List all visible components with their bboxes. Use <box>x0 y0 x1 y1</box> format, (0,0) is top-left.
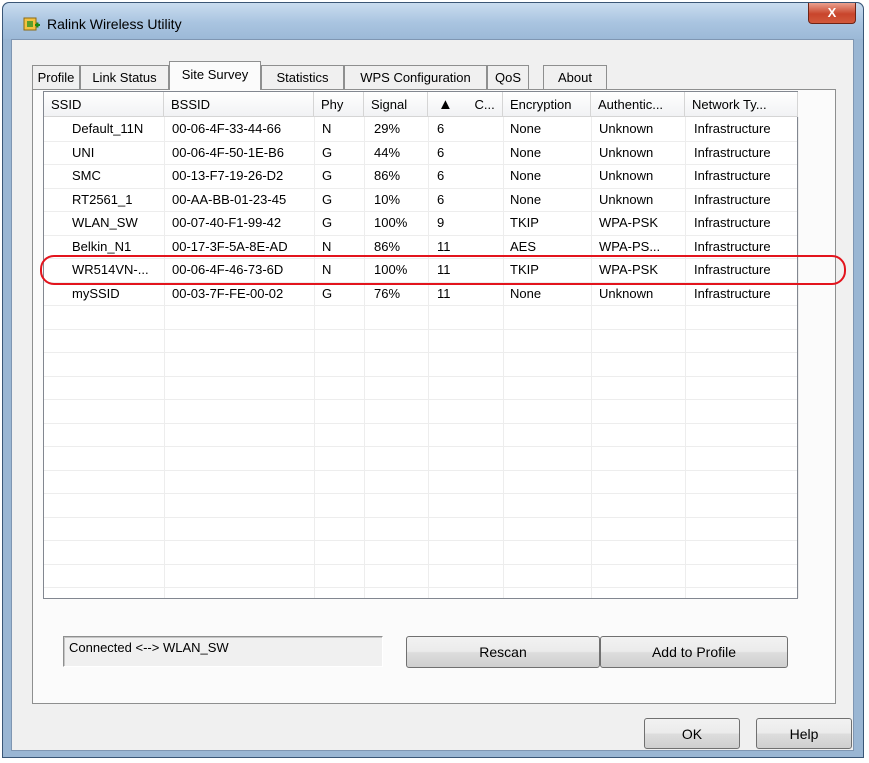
cell-signal: 44% <box>374 144 401 160</box>
help-button[interactable]: Help <box>756 718 852 749</box>
column-header-phy[interactable]: Phy <box>314 92 364 117</box>
cell-encryption: None <box>510 121 542 136</box>
cell-authentication: WPA-PSK <box>599 215 658 230</box>
cell-ssid: UNI <box>72 144 95 160</box>
sort-ascending-icon: ▲ <box>438 96 453 113</box>
cell-channel: 6 <box>437 191 445 207</box>
cell-phy: G <box>322 168 333 183</box>
tab-profile[interactable]: Profile <box>32 65 80 89</box>
cell-encryption: None <box>510 144 542 160</box>
column-header-bssid[interactable]: BSSID <box>164 92 314 117</box>
column-header-signal[interactable]: Signal <box>364 92 428 117</box>
tab-qos[interactable]: QoS <box>487 65 529 89</box>
cell-phy: G <box>322 215 333 230</box>
tab-wps-configuration[interactable]: WPS Configuration <box>344 65 487 89</box>
table-row[interactable]: WLAN_SW 00-07-40-F1-99-42 G 100% 9 TKIP WPA-PS… <box>44 211 798 234</box>
column-header-network-type[interactable]: Network Ty... <box>685 92 798 117</box>
row-gridline <box>44 446 797 447</box>
row-gridline <box>44 352 797 353</box>
cell-channel: 6 <box>437 144 445 160</box>
cell-network-type: Infrastructure <box>694 215 771 230</box>
title-bar[interactable]: Ralink Wireless Utility X <box>3 3 863 39</box>
cell-ssid: WLAN_SW <box>72 215 138 230</box>
cell-signal: 86% <box>374 168 401 183</box>
column-header-ssid[interactable]: SSID <box>44 92 164 117</box>
cell-authentication: Unknown <box>599 168 654 183</box>
cell-network-type: Infrastructure <box>694 191 771 207</box>
row-gridline <box>44 540 797 541</box>
tab-about[interactable]: About <box>543 65 607 89</box>
tab-link-status[interactable]: Link Status <box>80 65 169 89</box>
column-header-authentication[interactable]: Authentic... <box>591 92 685 117</box>
cell-channel: 6 <box>437 168 445 183</box>
row-gridline <box>44 563 797 565</box>
column-header-encryption[interactable]: Encryption <box>503 92 591 117</box>
row-gridline <box>44 187 797 189</box>
rescan-button[interactable]: Rescan <box>406 636 600 668</box>
column-divider <box>798 117 799 598</box>
row-gridline <box>44 422 797 424</box>
cell-ssid: RT2561_1 <box>72 191 133 207</box>
row-gridline <box>44 516 797 518</box>
row-gridline <box>44 493 797 494</box>
cell-signal: 100% <box>374 215 408 230</box>
add-to-profile-button[interactable]: Add to Profile <box>600 636 788 668</box>
cell-encryption: None <box>510 168 542 183</box>
cell-authentication: Unknown <box>599 144 654 160</box>
cell-encryption: TKIP <box>510 215 539 230</box>
cell-network-type: Infrastructure <box>694 121 771 136</box>
row-gridline <box>44 140 797 142</box>
app-window: Ralink Wireless Utility X Profile Link S… <box>2 2 864 758</box>
cell-phy: N <box>322 121 332 136</box>
row-gridline <box>44 587 797 588</box>
row-gridline <box>44 305 797 306</box>
cell-bssid: 00-07-40-F1-99-42 <box>172 215 282 230</box>
cell-signal: 10% <box>374 191 401 207</box>
column-header-channel[interactable]: ▲ C... <box>428 92 503 117</box>
cell-signal: 29% <box>374 121 401 136</box>
table-row[interactable]: RT2561_1 00-AA-BB-01-23-45 G 10% 6 None Unknow… <box>44 188 798 211</box>
network-list[interactable]: SSID BSSID Phy Signal ▲ C... Encryption … <box>43 91 799 599</box>
cell-bssid: 00-06-4F-50-1E-B6 <box>172 144 284 160</box>
table-row[interactable]: Default_11N 00-06-4F-33-44-66 N 29% 6 None Unk… <box>44 117 798 140</box>
row-gridline <box>44 375 797 377</box>
table-row[interactable]: UNI 00-06-4F-50-1E-B6 G 44% 6 None Unknown Infr… <box>44 141 798 164</box>
row-gridline <box>44 211 797 212</box>
window-title: Ralink Wireless Utility <box>47 16 182 32</box>
cell-network-type: Infrastructure <box>694 144 771 160</box>
tab-statistics[interactable]: Statistics <box>261 65 344 89</box>
cell-bssid: 00-13-F7-19-26-D2 <box>172 168 284 183</box>
row-gridline <box>44 399 797 400</box>
cell-encryption: None <box>510 191 542 207</box>
cell-network-type: Infrastructure <box>694 168 771 183</box>
column-header-channel-label: C... <box>474 97 495 112</box>
selected-network-highlight <box>40 255 846 285</box>
connection-status: Connected <--> WLAN_SW <box>63 636 383 667</box>
cell-channel: 9 <box>437 215 445 230</box>
ok-button[interactable]: OK <box>644 718 740 749</box>
table-row[interactable]: SMC 00-13-F7-19-26-D2 G 86% 6 None Unknown Infr… <box>44 164 798 187</box>
tab-site-survey[interactable]: Site Survey <box>169 61 261 90</box>
row-gridline <box>44 234 797 236</box>
cell-authentication: Unknown <box>599 191 654 207</box>
close-button[interactable]: X <box>808 3 856 24</box>
wireless-utility-icon <box>23 17 40 31</box>
row-gridline <box>44 328 797 330</box>
cell-phy: G <box>322 144 333 160</box>
row-gridline <box>44 164 797 165</box>
cell-ssid: Default_11N <box>72 121 144 136</box>
row-gridline <box>44 469 797 471</box>
cell-bssid: 00-AA-BB-01-23-45 <box>172 191 287 207</box>
cell-channel: 6 <box>437 121 445 136</box>
cell-bssid: 00-06-4F-33-44-66 <box>172 121 282 136</box>
cell-ssid: SMC <box>72 168 101 183</box>
cell-phy: G <box>322 191 333 207</box>
cell-authentication: Unknown <box>599 121 654 136</box>
